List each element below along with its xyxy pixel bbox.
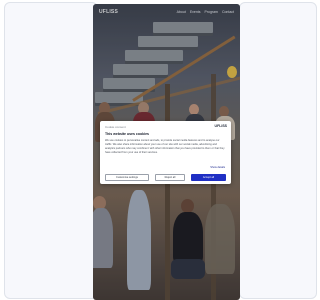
consent-title: This website uses cookies — [105, 132, 149, 136]
left-background-panel — [4, 2, 98, 299]
consent-body-text: We use cookies to personalise content an… — [105, 139, 225, 154]
accept-all-button[interactable]: Accept all — [191, 174, 226, 181]
reject-all-button[interactable]: Reject all — [155, 174, 185, 181]
right-background-panel — [239, 2, 317, 299]
customise-settings-button[interactable]: Customise settings — [105, 174, 149, 181]
show-details-link[interactable]: Show details — [210, 166, 225, 169]
consent-button-row: Customise settings Reject all Accept all — [105, 174, 226, 181]
cookie-consent-dialog: Cookie consent UFLISS This website uses … — [100, 121, 231, 184]
consent-brand-label: Cookie consent — [105, 125, 126, 129]
consent-logo: UFLISS — [214, 124, 227, 128]
